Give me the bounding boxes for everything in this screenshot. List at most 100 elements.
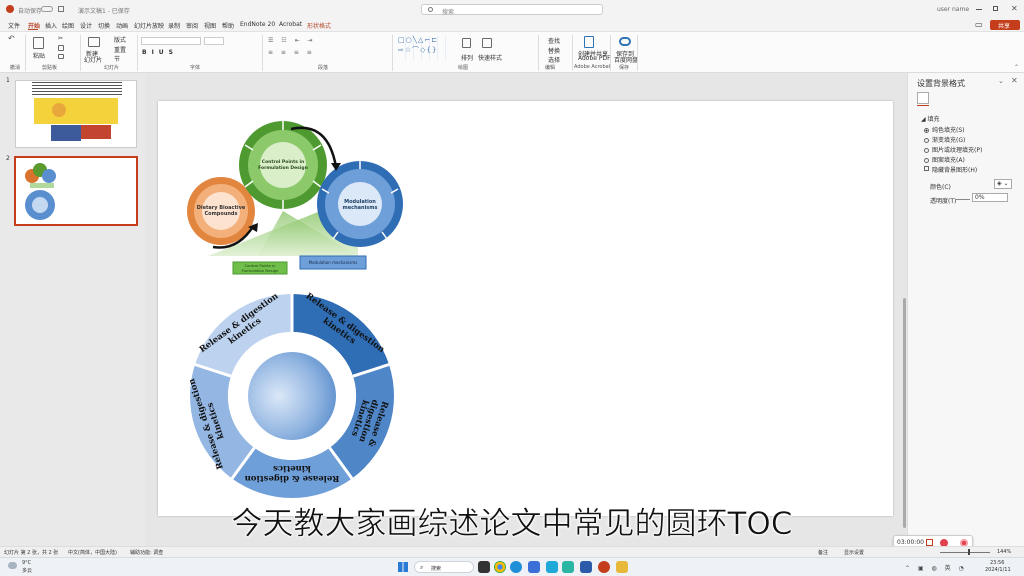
color-picker-button[interactable]: ◈ ⌄	[994, 179, 1012, 189]
zoom-level[interactable]: 144%	[997, 549, 1011, 555]
save-to-label-2[interactable]: 百度网盘	[614, 55, 638, 64]
transparency-slider[interactable]	[956, 199, 970, 200]
baidu-cloud-icon[interactable]	[619, 37, 631, 46]
zoom-thumb[interactable]	[968, 549, 970, 555]
format-painter-icon[interactable]	[58, 54, 64, 59]
word-icon[interactable]	[580, 561, 592, 573]
transparency-label: 透明度(T)	[930, 198, 957, 205]
menu-view[interactable]: 视图	[204, 21, 216, 30]
cut-icon[interactable]: ✂	[58, 35, 63, 42]
menu-endnote[interactable]: EndNote 20	[240, 21, 275, 28]
user-name[interactable]: user name	[937, 6, 969, 13]
menu-animations[interactable]: 动画	[116, 21, 128, 30]
tray-icons[interactable]: ⌃ ▣ ◍ 英 ◔	[905, 563, 967, 572]
menu-insert[interactable]: 插入	[45, 21, 57, 30]
fill-section-header[interactable]: ◢ 填充	[921, 114, 940, 123]
edge-icon[interactable]	[510, 561, 522, 573]
outer-ring: Release & digestion kinetics Release & d…	[187, 291, 394, 499]
paste-label[interactable]: 粘贴	[33, 51, 45, 60]
align-buttons[interactable]: ≡ ≡ ≡ ≡	[268, 49, 315, 56]
menu-transitions[interactable]: 切换	[98, 21, 110, 30]
menu-file[interactable]: 文件	[8, 21, 20, 30]
menu-review[interactable]: 审阅	[186, 21, 198, 30]
clock-time[interactable]: 23:56	[990, 560, 1004, 566]
clock-date[interactable]: 2024/1/11	[985, 567, 1011, 573]
maximize-icon[interactable]	[993, 6, 998, 11]
fill-tab-underline	[917, 105, 929, 106]
menu-help[interactable]: 帮助	[222, 21, 234, 30]
slide-canvas[interactable]: Dietary Bioactive Compounds Control Poin…	[158, 101, 893, 516]
accessibility[interactable]: 辅助功能: 调查	[130, 549, 163, 556]
copy-icon[interactable]	[58, 45, 64, 51]
weather-icon[interactable]	[8, 562, 17, 569]
menu-slideshow[interactable]: 幻灯片放映	[134, 21, 164, 30]
share-button[interactable]: 共享	[990, 20, 1020, 30]
fill-solid-option[interactable]: 纯色填充(S)	[924, 125, 965, 134]
radio-solid[interactable]	[924, 128, 929, 133]
transparency-input[interactable]: 0%	[972, 193, 1008, 202]
search-input[interactable]: 搜索	[421, 4, 603, 16]
new-slide-icon[interactable]	[88, 37, 100, 47]
section-button[interactable]: 节	[114, 54, 120, 63]
display-settings[interactable]: 显示设置	[844, 549, 864, 556]
create-pdf-label-2[interactable]: Adobe PDF	[578, 55, 611, 62]
fill-gradient-option[interactable]: 渐变填充(G)	[924, 135, 965, 144]
app-icon-1[interactable]	[546, 561, 558, 573]
recorder-time: 03:00:00	[897, 539, 924, 546]
radio-picture[interactable]	[924, 148, 929, 153]
powerpoint-icon[interactable]	[598, 561, 610, 573]
menu-design[interactable]: 设计	[80, 21, 92, 30]
new-slide-label-2[interactable]: 幻灯片	[84, 55, 102, 64]
arrange-icon	[462, 38, 471, 48]
ribbon-collapse-icon[interactable]: ⌃	[1014, 64, 1019, 71]
undo-icon[interactable]: ↶	[8, 34, 15, 43]
app-icon-2[interactable]	[562, 561, 574, 573]
radio-pattern[interactable]	[924, 158, 929, 163]
recorder-stop-icon[interactable]	[926, 539, 933, 546]
menu-record[interactable]: 录制	[168, 21, 180, 30]
powerpoint-logo-icon	[6, 5, 14, 13]
hide-bg-checkbox[interactable]	[924, 166, 929, 171]
quick-styles-button[interactable]: 快速样式	[478, 53, 502, 62]
store-icon[interactable]	[528, 561, 540, 573]
start-icon[interactable]	[398, 562, 408, 572]
reset-button[interactable]: 重置	[114, 45, 126, 54]
radio-gradient[interactable]	[924, 138, 929, 143]
hide-bg-option[interactable]: 隐藏背景图形(H)	[924, 165, 977, 174]
fill-picture-option[interactable]: 图片或纹理填充(P)	[924, 145, 982, 154]
font-name-select[interactable]	[141, 37, 201, 45]
vertical-scrollbar[interactable]	[903, 298, 906, 528]
taskview-icon[interactable]	[478, 561, 490, 573]
taskbar-search[interactable]: ⌕ 搜索	[414, 561, 474, 573]
slide-thumbnail-1[interactable]	[15, 80, 137, 148]
close-icon[interactable]: ✕	[1011, 4, 1018, 13]
language[interactable]: 中文(简体，中国大陆)	[68, 549, 117, 556]
font-size-select[interactable]	[204, 37, 224, 45]
select-button[interactable]: 选择	[548, 55, 560, 64]
pane-options-icon[interactable]: ⌄	[998, 77, 1004, 85]
replace-button[interactable]: 替换	[548, 46, 560, 55]
find-button[interactable]: 查找	[548, 36, 560, 45]
comments-icon[interactable]: ▭	[975, 20, 983, 29]
menu-acrobat[interactable]: Acrobat	[279, 21, 302, 28]
notes-button[interactable]: 备注	[818, 549, 828, 556]
zoom-slider[interactable]	[940, 552, 990, 553]
list-buttons[interactable]: ☰ ☷ ⇤ ⇥	[268, 37, 316, 44]
minimize-icon[interactable]	[976, 9, 982, 10]
arrange-button[interactable]: 排列	[461, 53, 473, 62]
adobe-pdf-icon[interactable]	[584, 36, 594, 48]
layout-button[interactable]: 版式	[114, 35, 126, 44]
shapes-gallery[interactable]: □○╲△⌐⊏ ⇨☆⌒◇{}	[398, 36, 452, 60]
autosave-toggle[interactable]	[41, 6, 53, 12]
font-style-buttons[interactable]: BIUS	[142, 49, 178, 56]
slide-thumbnail-2[interactable]	[14, 156, 138, 226]
menu-shape-format[interactable]: 形状格式	[307, 21, 331, 30]
fill-bucket-icon[interactable]	[917, 92, 929, 104]
pane-close-icon[interactable]: ✕	[1011, 76, 1018, 85]
paste-icon[interactable]	[33, 37, 44, 49]
explorer-icon[interactable]	[616, 561, 628, 573]
fill-pattern-option[interactable]: 图案填充(A)	[924, 155, 965, 164]
menu-draw[interactable]: 绘图	[62, 21, 74, 30]
chrome-icon[interactable]	[494, 561, 506, 573]
save-icon[interactable]	[58, 6, 64, 12]
